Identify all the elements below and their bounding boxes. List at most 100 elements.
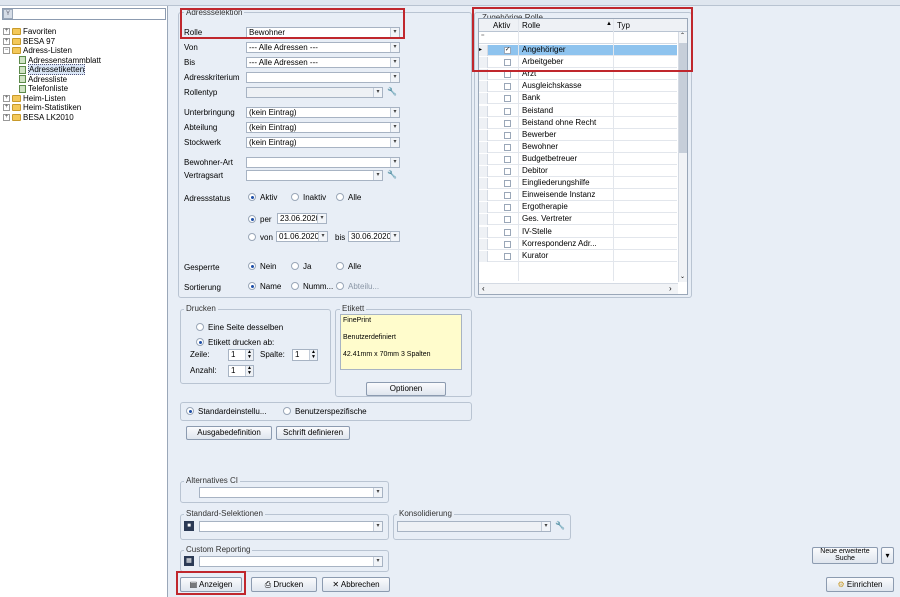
von-date-picker[interactable]: 01.06.2020 ▾ — [276, 231, 328, 242]
expand-icon[interactable]: + — [3, 113, 10, 121]
chevron-down-icon[interactable]: ▾ — [373, 171, 382, 180]
tree-item[interactable]: + Favoriten — [3, 27, 56, 36]
chevron-down-icon[interactable]: ▾ — [541, 522, 550, 531]
row-selector[interactable] — [479, 166, 488, 177]
benutzer-radio[interactable] — [283, 407, 291, 415]
chevron-down-icon[interactable]: ▾ — [390, 58, 399, 67]
von-select[interactable]: --- Alle Adressen --- ▾ — [246, 42, 400, 53]
aktiv-checkbox[interactable] — [504, 216, 511, 224]
aktiv-checkbox[interactable] — [504, 204, 511, 212]
ausgabedefinition-button[interactable]: Ausgabedefinition — [186, 426, 272, 440]
chevron-down-icon[interactable]: ▾ — [881, 547, 894, 564]
chevron-down-icon[interactable]: ▾ — [390, 138, 399, 147]
bis-select[interactable]: --- Alle Adressen --- ▾ — [246, 57, 400, 68]
eine-seite-radio[interactable] — [196, 323, 204, 331]
chevron-down-icon[interactable]: ▾ — [390, 158, 399, 167]
abbrechen-button[interactable]: ✕ Abbrechen — [322, 577, 390, 592]
row-selector[interactable] — [479, 117, 488, 129]
std-sel-select[interactable]: ▾ — [199, 521, 383, 532]
collapse-icon[interactable]: − — [3, 47, 10, 54]
row-selector[interactable] — [479, 202, 488, 214]
sort-numm-radio[interactable] — [291, 282, 299, 290]
chevron-down-icon[interactable]: ▾ — [317, 214, 326, 223]
unterbringung-select[interactable]: (kein Eintrag) ▾ — [246, 107, 400, 118]
spalte-spinner[interactable]: 1 ▲ ▼ — [292, 349, 318, 361]
table-row[interactable]: Beistand ohne Recht — [479, 117, 677, 129]
rollentyp-select[interactable]: ▾ — [246, 87, 383, 98]
table-row[interactable]: Einweisende Instanz — [479, 190, 677, 202]
tree-filter-input[interactable] — [2, 8, 166, 20]
tree-item[interactable]: Adressliste — [19, 75, 67, 84]
wrench-icon[interactable]: 🔧 — [387, 170, 397, 180]
chevron-down-icon[interactable]: ▾ — [373, 88, 382, 97]
aktiv-checkbox[interactable] — [504, 168, 511, 175]
status-alle-radio[interactable] — [336, 193, 344, 201]
table-row[interactable]: Bewerber — [479, 129, 677, 141]
stockwerk-select[interactable]: (kein Eintrag) ▾ — [246, 137, 400, 148]
status-aktiv-radio[interactable] — [248, 193, 256, 201]
tree-item[interactable]: + Heim-Listen — [3, 94, 66, 103]
table-row[interactable]: Korrespondenz Adr... — [479, 238, 677, 250]
etikett-ab-radio[interactable] — [196, 338, 204, 346]
custom-select[interactable]: ▾ — [199, 556, 383, 567]
row-selector[interactable] — [479, 226, 488, 238]
aktiv-checkbox[interactable] — [504, 107, 511, 115]
aktiv-checkbox[interactable] — [504, 131, 511, 139]
chevron-down-icon[interactable]: ▾ — [390, 108, 399, 117]
tree-item[interactable]: Telefonliste — [19, 84, 68, 93]
status-inaktiv-radio[interactable] — [291, 193, 299, 201]
expand-icon[interactable]: + — [3, 94, 10, 102]
filter-icon[interactable]: Y — [3, 9, 13, 19]
per-date-picker[interactable]: 23.06.2020 ▾ — [277, 213, 327, 224]
optionen-button[interactable]: Optionen — [366, 382, 446, 396]
tree-item[interactable]: + BESA LK2010 — [3, 113, 74, 122]
aktiv-checkbox[interactable] — [504, 71, 511, 79]
neue-suche-button[interactable]: Neue erweiterte Suche — [812, 547, 878, 564]
wrench-icon[interactable]: 🔧 — [387, 87, 397, 97]
anzahl-spinner[interactable]: 1 ▲ ▼ — [228, 365, 254, 377]
alt-ci-select[interactable]: ▾ — [199, 487, 383, 498]
table-row[interactable]: Beistand — [479, 105, 677, 117]
aktiv-checkbox[interactable] — [504, 228, 511, 236]
tree-item[interactable]: + Heim-Statistiken — [3, 103, 81, 112]
chevron-down-icon[interactable]: ⌄ — [680, 273, 685, 280]
aktiv-checkbox[interactable] — [504, 252, 511, 260]
table-row[interactable]: Debitor — [479, 166, 677, 177]
chevron-down-icon[interactable]: ▾ — [390, 232, 399, 241]
sort-name-radio[interactable] — [248, 282, 256, 290]
aktiv-checkbox[interactable] — [504, 192, 511, 200]
gesperrte-ja-radio[interactable] — [291, 262, 299, 270]
tree-item[interactable]: − Adress-Listen — [3, 46, 72, 55]
chevron-down-icon[interactable]: ▾ — [318, 232, 327, 241]
table-row[interactable]: Eingliederungshilfe — [479, 178, 677, 190]
von-bis-radio[interactable] — [248, 233, 256, 241]
row-selector[interactable] — [479, 93, 488, 105]
spinner-arrows-icon[interactable]: ▲ ▼ — [245, 350, 253, 360]
expand-icon[interactable]: + — [3, 104, 10, 111]
expand-icon[interactable]: + — [3, 37, 10, 45]
konsolidierung-select[interactable]: ▾ — [397, 521, 551, 532]
wrench-icon[interactable]: 🔧 — [555, 521, 565, 531]
bewohnerart-select[interactable]: ▾ — [246, 157, 400, 168]
row-selector[interactable] — [479, 238, 488, 250]
row-selector[interactable] — [479, 105, 488, 117]
aktiv-checkbox[interactable] — [504, 119, 511, 127]
schrift-definieren-button[interactable]: Schrift definieren — [276, 426, 350, 440]
aktiv-checkbox[interactable] — [504, 180, 511, 188]
horizontal-scrollbar[interactable] — [479, 283, 678, 294]
bis-date-picker[interactable]: 30.06.2020 ▾ — [348, 231, 400, 242]
expand-icon[interactable]: + — [3, 28, 10, 35]
einrichten-button[interactable]: ⚙ Einrichten — [826, 577, 894, 592]
row-selector[interactable] — [479, 129, 488, 141]
gesperrte-nein-radio[interactable] — [248, 262, 256, 270]
table-row[interactable]: Bank — [479, 93, 677, 105]
row-selector[interactable] — [479, 81, 488, 93]
spinner-arrows-icon[interactable]: ▲ ▼ — [309, 350, 317, 360]
save-icon[interactable]: ■ — [184, 521, 194, 531]
report-icon[interactable]: ▦ — [184, 556, 194, 566]
chevron-down-icon[interactable]: ▾ — [373, 488, 382, 497]
table-row[interactable]: Ergotherapie — [479, 202, 677, 214]
table-row[interactable]: Ges. Vertreter — [479, 214, 677, 226]
chevron-down-icon[interactable]: ▾ — [373, 522, 382, 531]
tree-item[interactable]: + BESA 97 — [3, 37, 55, 46]
